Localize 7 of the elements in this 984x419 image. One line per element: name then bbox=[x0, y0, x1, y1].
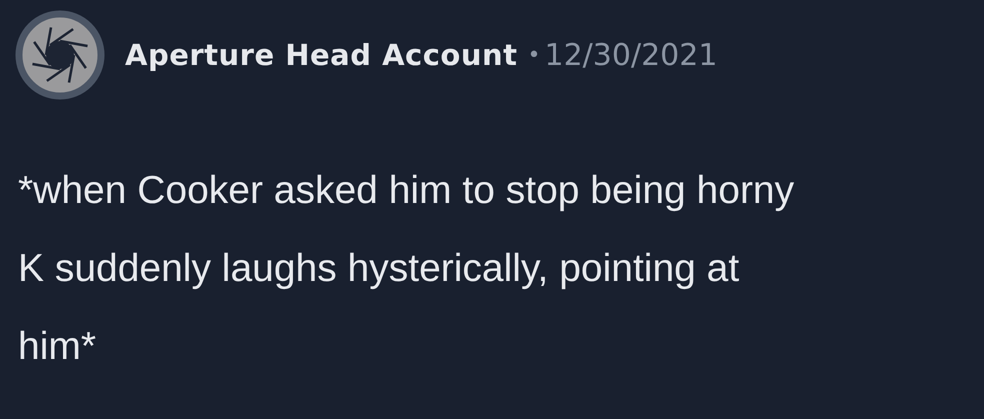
post-date: 12/30/2021 bbox=[544, 38, 718, 72]
separator-dot: • bbox=[528, 42, 540, 68]
aperture-avatar-icon bbox=[15, 10, 105, 100]
post-text-line: K suddenly laughs hysterically, pointing at bbox=[18, 246, 740, 292]
author-name[interactable]: Aperture Head Account bbox=[125, 38, 518, 72]
post-text-line: him* bbox=[18, 324, 98, 370]
post-text-line: *when Cooker asked him to stop being horny bbox=[18, 168, 796, 214]
